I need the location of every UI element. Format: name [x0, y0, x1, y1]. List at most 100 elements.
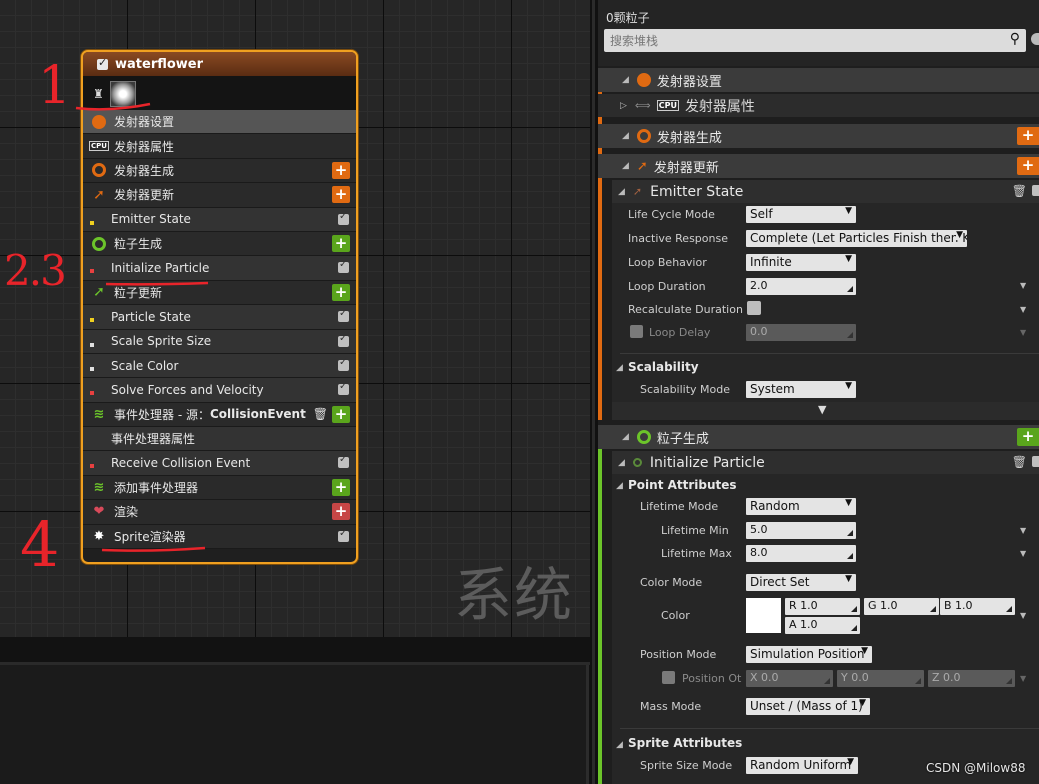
color-options-arrow[interactable]: ▼ — [1020, 611, 1026, 620]
collapse-arrow-icon[interactable]: ◢ — [616, 740, 623, 750]
module-enable-checkbox[interactable] — [1032, 185, 1039, 196]
stack-module-initialize-particle[interactable]: Initialize Particle — [83, 256, 356, 288]
module-emitter-state[interactable]: ◢ ➚ Emitter State 🗑 — [612, 180, 1039, 203]
position-offset-checkbox[interactable] — [662, 671, 675, 684]
advanced-expander[interactable]: ▼ — [612, 402, 1039, 420]
collapse-arrow-icon[interactable]: ◢ — [622, 131, 629, 141]
position-offset-z-input[interactable]: Z 0.0 — [928, 670, 1015, 687]
stack-module-scale-sprite-size[interactable]: Scale Sprite Size — [83, 329, 356, 361]
delete-icon[interactable]: 🗑 — [313, 407, 328, 421]
section-emitter-spawn[interactable]: ◢ 发射器生成 + — [598, 124, 1039, 148]
module-initialize-particle[interactable]: ◢ Initialize Particle 🗑 — [612, 451, 1039, 474]
scalability-header[interactable]: Scalability — [628, 360, 699, 374]
scalability-mode-dropdown[interactable]: System ▼ — [746, 381, 856, 398]
section-particle-spawn[interactable]: ◢ 粒子生成 + — [598, 425, 1039, 449]
collapse-arrow-icon[interactable]: ◢ — [616, 481, 623, 491]
color-b-input[interactable]: B 1.0 — [940, 598, 1015, 615]
lifetime-min-input[interactable]: 5.0 — [746, 522, 856, 539]
add-module-button[interactable]: + — [332, 186, 350, 204]
section-emitter-properties[interactable]: ▷ ⟺ CPU 发射器属性 — [598, 94, 1039, 117]
section-emitter-update[interactable]: ◢ ➚ 发射器更新 + — [598, 154, 1039, 178]
loop-duration-options-arrow[interactable]: ▼ — [1020, 281, 1026, 290]
expand-down-icon[interactable]: ▼ — [818, 403, 826, 416]
stack-module-row-13[interactable]: 事件处理器属性 — [83, 427, 356, 452]
collapse-arrow-icon[interactable]: ◢ — [616, 363, 623, 373]
eye-icon[interactable] — [1031, 33, 1039, 45]
panel-splitter[interactable] — [590, 0, 598, 784]
stack-section-row-16[interactable]: ❤ 渲染 + — [83, 500, 356, 525]
stack-module-receive-collision-event[interactable]: Receive Collision Event — [83, 451, 356, 483]
loop-behavior-dropdown[interactable]: Infinite ▼ — [746, 254, 856, 271]
module-enable-checkbox[interactable] — [338, 357, 349, 371]
stack-section-row-3[interactable]: ➚ 发射器更新 + — [83, 183, 356, 208]
life-cycle-mode-dropdown[interactable]: Self ▼ — [746, 206, 856, 223]
module-enable-checkbox[interactable] — [338, 528, 349, 542]
recalculate-duration-options-arrow[interactable]: ▼ — [1020, 305, 1026, 314]
position-offset-options-arrow[interactable]: ▼ — [1020, 674, 1026, 683]
module-enable-checkbox[interactable] — [338, 333, 349, 347]
add-module-button[interactable]: + — [332, 503, 350, 521]
emitter-enable-checkbox[interactable] — [97, 56, 108, 70]
stack-search-input[interactable]: 搜索堆栈 ⚲ — [604, 29, 1026, 52]
sprite-attributes-header[interactable]: Sprite Attributes — [628, 736, 742, 750]
lifetime-mode-dropdown[interactable]: Random ▼ — [746, 498, 856, 515]
stack-section-row-0[interactable]: 发射器设置 — [83, 110, 356, 135]
emitter-thumbnail[interactable] — [110, 81, 136, 107]
stack-module-solve-forces-and-velocity[interactable]: Solve Forces and Velocity — [83, 378, 356, 410]
graph-canvas[interactable]: 系统 waterflower ♜ 发射器设置CPU发射器属性发射器生成+➚发射器… — [0, 0, 590, 637]
lifetime-min-options-arrow[interactable]: ▼ — [1020, 526, 1026, 535]
module-enable-checkbox[interactable] — [1032, 456, 1039, 467]
module-enable-checkbox[interactable] — [338, 211, 349, 225]
stack-module-scale-color[interactable]: Scale Color — [83, 353, 356, 385]
loop-delay-options-arrow[interactable]: ▼ — [1020, 328, 1026, 337]
color-swatch[interactable] — [746, 598, 781, 633]
collapse-arrow-icon[interactable]: ◢ — [622, 161, 629, 171]
stack-section-row-2[interactable]: 发射器生成 + — [83, 158, 356, 184]
add-emitter-spawn-module-button[interactable]: + — [1017, 127, 1039, 145]
loop-delay-input[interactable]: 0.0 — [746, 324, 856, 341]
lifetime-max-input[interactable]: 8.0 — [746, 545, 856, 562]
module-enable-checkbox[interactable] — [338, 454, 349, 469]
position-offset-y-input[interactable]: Y 0.0 — [837, 670, 924, 687]
collapse-arrow-icon[interactable]: ◢ — [618, 458, 625, 468]
stack-section-row-5[interactable]: 粒子生成 + — [83, 231, 356, 257]
add-module-button[interactable]: + — [332, 478, 350, 496]
stack-section-row-15[interactable]: ≋ 添加事件处理器 + — [83, 475, 356, 501]
recalculate-duration-checkbox[interactable] — [747, 301, 761, 315]
stack-module-emitter-state[interactable]: Emitter State — [83, 207, 356, 239]
color-a-input[interactable]: A 1.0 — [785, 617, 860, 634]
add-emitter-update-module-button[interactable]: + — [1017, 157, 1039, 175]
add-module-button[interactable]: + — [332, 405, 350, 423]
color-r-input[interactable]: R 1.0 — [785, 598, 860, 615]
module-enable-checkbox[interactable] — [338, 259, 349, 274]
collapse-arrow-icon[interactable]: ◢ — [618, 187, 625, 197]
point-attributes-header[interactable]: Point Attributes — [628, 478, 737, 492]
stack-section-row-1[interactable]: CPU 发射器属性 — [83, 134, 356, 159]
delete-module-icon[interactable]: 🗑 — [1012, 455, 1027, 469]
stack-module-particle-state[interactable]: Particle State — [83, 305, 356, 337]
emitter-node-title[interactable]: waterflower — [83, 52, 356, 76]
add-module-button[interactable]: + — [332, 283, 350, 301]
collapse-arrow-icon[interactable]: ◢ — [622, 432, 629, 442]
stack-section-row-12[interactable]: ≋ 事件处理器 - 源： CollisionEvent 🗑 + — [83, 402, 356, 428]
position-offset-x-input[interactable]: X 0.0 — [746, 670, 833, 687]
add-module-button[interactable]: + — [332, 234, 350, 252]
position-mode-dropdown[interactable]: Simulation Position ▼ — [746, 646, 872, 663]
lifetime-max-options-arrow[interactable]: ▼ — [1020, 549, 1026, 558]
inactive-response-dropdown[interactable]: Complete (Let Particles Finish then K ▼ — [746, 230, 967, 247]
stack-section-row-7[interactable]: ➚ 粒子更新 + — [83, 280, 356, 306]
loop-duration-input[interactable]: 2.0 — [746, 278, 856, 295]
module-enable-checkbox[interactable] — [338, 381, 349, 396]
color-g-input[interactable]: G 1.0 — [864, 598, 939, 615]
add-particle-spawn-module-button[interactable]: + — [1017, 428, 1039, 446]
emitter-node[interactable]: waterflower ♜ 发射器设置 CPU 发射器属性发射器生成 + ➚ 发射器更新 +… — [81, 50, 358, 564]
mass-mode-dropdown[interactable]: Unset / (Mass of 1) ▼ — [746, 698, 870, 715]
delete-module-icon[interactable]: 🗑 — [1012, 184, 1027, 198]
expand-arrow-icon[interactable]: ▷ — [620, 101, 627, 111]
add-module-button[interactable]: + — [332, 161, 350, 179]
section-emitter-settings[interactable]: ◢ 发射器设置 — [598, 68, 1039, 92]
stack-section-sprite[interactable]: ✸ Sprite渲染器 — [83, 524, 356, 550]
sprite-size-mode-dropdown[interactable]: Random Uniform ▼ — [746, 757, 858, 774]
search-icon[interactable]: ⚲ — [1010, 31, 1020, 47]
collapse-arrow-icon[interactable]: ◢ — [622, 75, 629, 85]
